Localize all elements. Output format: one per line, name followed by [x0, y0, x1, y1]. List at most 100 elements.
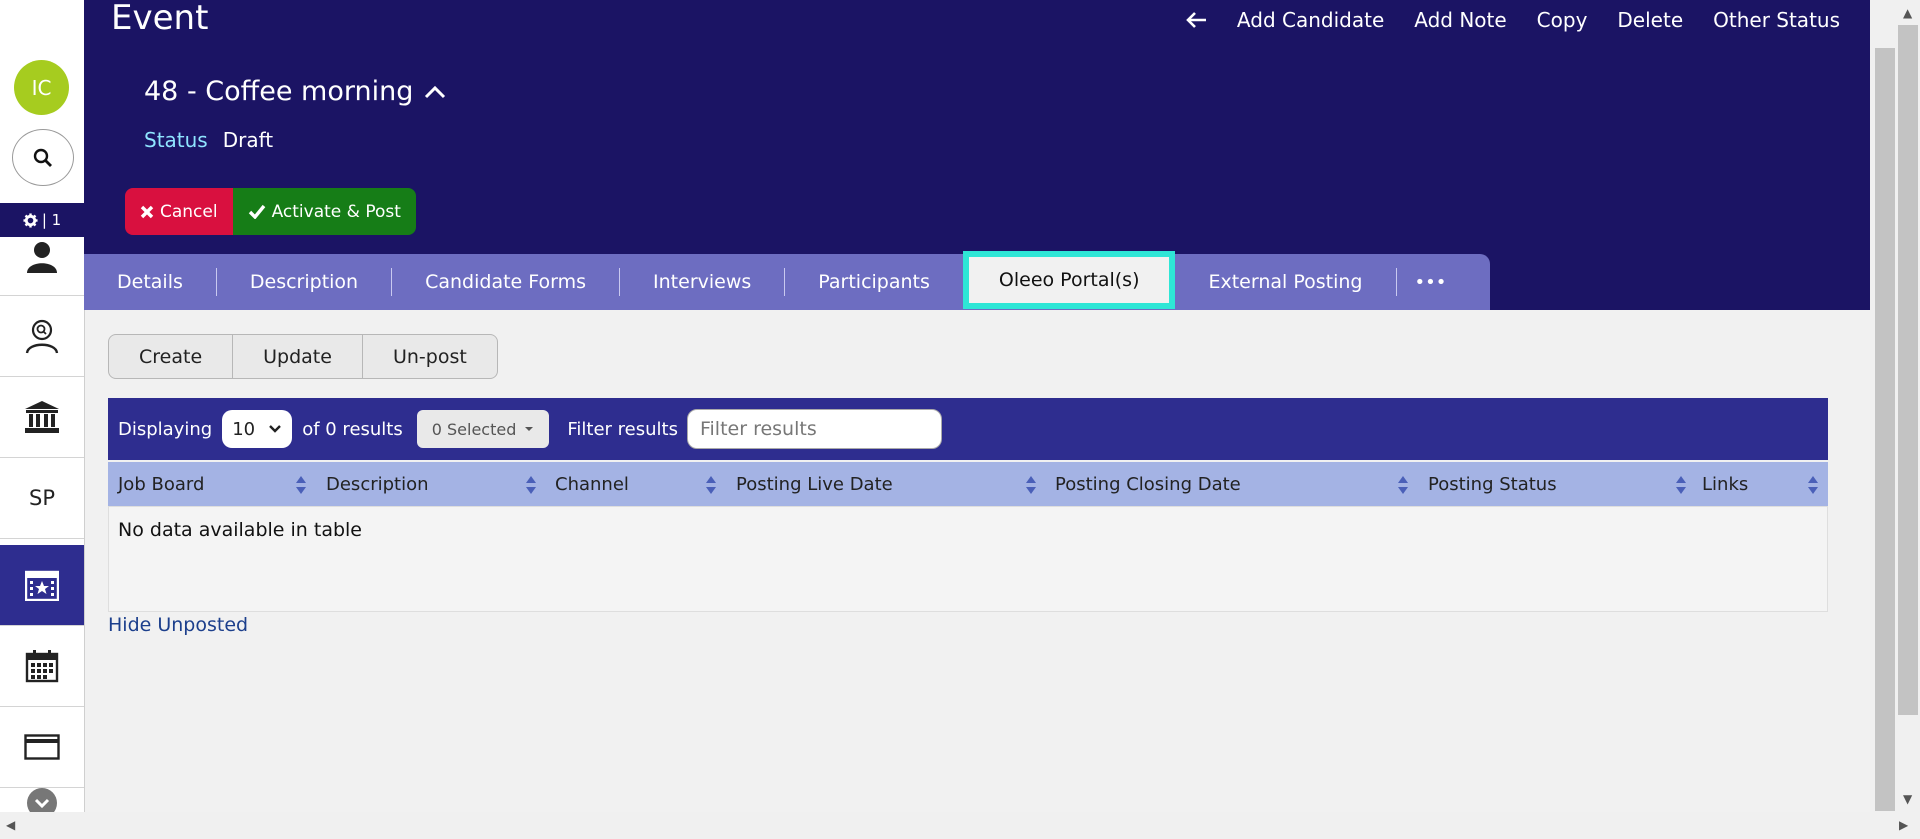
sort-icon[interactable] — [295, 475, 307, 495]
delete-button[interactable]: Delete — [1617, 8, 1683, 32]
table-toolbar: Displaying 10 of 0 results 0 Selected Fi… — [108, 398, 1828, 460]
tab-oleeo-portals[interactable]: Oleeo Portal(s) — [962, 251, 1176, 309]
more-tabs-button[interactable]: ••• — [1397, 272, 1465, 293]
event-icon — [25, 569, 59, 601]
scroll-left-arrow-icon[interactable]: ◀ — [6, 818, 15, 832]
person-icon — [25, 240, 59, 274]
tab-participants[interactable]: Participants — [785, 254, 963, 310]
sort-icon[interactable] — [1807, 475, 1819, 495]
avatar-initials: IC — [31, 75, 52, 100]
back-arrow-icon[interactable] — [1185, 11, 1207, 29]
add-candidate-button[interactable]: Add Candidate — [1237, 8, 1384, 32]
filter-placeholder: Filter results — [699, 418, 817, 440]
sidebar-item-messages[interactable] — [0, 707, 84, 788]
update-button[interactable]: Update — [233, 334, 363, 379]
filter-input[interactable]: Filter results — [686, 409, 942, 449]
event-title-text: 48 - Coffee morning — [144, 76, 414, 107]
scrollbar-thumb[interactable] — [1875, 48, 1895, 811]
add-note-button[interactable]: Add Note — [1414, 8, 1506, 32]
sidebar-item-person[interactable] — [0, 215, 84, 296]
scroll-up-arrow-icon[interactable]: ▲ — [1903, 6, 1912, 20]
chevron-up-icon — [423, 84, 447, 100]
calendar-icon — [25, 649, 59, 683]
search-icon — [32, 147, 54, 169]
activate-post-button[interactable]: Activate & Post — [232, 188, 416, 235]
tab-description[interactable]: Description — [217, 254, 391, 310]
search-button[interactable] — [12, 129, 74, 186]
column-label: Job Board — [118, 473, 205, 495]
sort-icon[interactable] — [1025, 475, 1037, 495]
status-row: Status Draft — [144, 128, 273, 152]
other-status-button[interactable]: Other Status — [1713, 8, 1840, 32]
sidebar-expand[interactable] — [0, 788, 84, 812]
displaying-label: Displaying — [118, 418, 213, 440]
column-label: Description — [326, 473, 429, 495]
avatar[interactable]: IC — [14, 60, 69, 115]
sidebar-item-label: SP — [29, 486, 55, 510]
header-actions: Add Candidate Add Note Copy Delete Other… — [1185, 8, 1840, 32]
sidebar-item-candidates[interactable] — [0, 296, 84, 377]
column-header-channel[interactable]: Channel — [555, 462, 629, 506]
filter-label: Filter results — [567, 418, 678, 440]
column-label: Links — [1702, 473, 1749, 495]
column-header-description[interactable]: Description — [326, 462, 429, 506]
bank-icon — [24, 400, 60, 434]
scroll-right-arrow-icon[interactable]: ▶ — [1899, 818, 1908, 832]
column-header-posting-live-date[interactable]: Posting Live Date — [736, 462, 893, 506]
create-button[interactable]: Create — [108, 334, 234, 379]
copy-button[interactable]: Copy — [1537, 8, 1588, 32]
close-icon — [140, 205, 154, 219]
sort-icon[interactable] — [705, 475, 717, 495]
column-header-posting-closing-date[interactable]: Posting Closing Date — [1055, 462, 1241, 506]
sort-icon[interactable] — [1397, 475, 1409, 495]
chevron-down-icon — [268, 424, 282, 434]
column-label: Posting Status — [1428, 473, 1557, 495]
event-title[interactable]: 48 - Coffee morning — [144, 76, 447, 107]
tab-external-posting[interactable]: External Posting — [1175, 254, 1395, 310]
selected-label: 0 Selected — [431, 419, 517, 439]
sort-icon[interactable] — [525, 475, 537, 495]
scroll-down-arrow-icon[interactable]: ▼ — [1903, 792, 1912, 806]
status-value: Draft — [222, 128, 274, 152]
sidebar-item-organisation[interactable] — [0, 377, 84, 458]
table-body: No data available in table — [108, 506, 1828, 612]
chevron-down-icon — [26, 787, 58, 812]
tab-interviews[interactable]: Interviews — [620, 254, 784, 310]
candidate-search-icon — [24, 318, 60, 354]
status-label: Status — [144, 128, 208, 152]
column-label: Posting Live Date — [736, 473, 893, 495]
hide-unposted-link[interactable]: Hide Unposted — [108, 614, 248, 636]
sidebar-item-sp[interactable]: SP — [0, 458, 84, 539]
cancel-label: Cancel — [160, 201, 218, 222]
page-size-select[interactable]: 10 — [222, 410, 293, 448]
column-header-job-board[interactable]: Job Board — [118, 462, 204, 506]
page-size-value: 10 — [232, 418, 256, 440]
empty-table-message: No data available in table — [118, 519, 362, 541]
sidebar-item-calendar[interactable] — [0, 626, 84, 707]
sort-icon[interactable] — [1675, 475, 1687, 495]
page-header: Event Add Candidate Add Note Copy Delete… — [84, 0, 1870, 310]
cancel-button[interactable]: Cancel — [125, 188, 233, 235]
scrollbar-thumb[interactable] — [1898, 25, 1918, 715]
activate-label: Activate & Post — [271, 201, 401, 222]
column-label: Channel — [555, 473, 629, 495]
check-icon — [248, 204, 266, 219]
column-label: Posting Closing Date — [1055, 473, 1241, 495]
table-header: Job Board Description Channel Posting Li… — [108, 462, 1828, 506]
caret-down-icon — [524, 426, 534, 432]
posting-actions: Create Update Un-post — [108, 334, 1828, 379]
main-content: Create Update Un-post Displaying 10 of 0… — [108, 334, 1828, 636]
unpost-button[interactable]: Un-post — [362, 334, 498, 379]
tab-candidate-forms[interactable]: Candidate Forms — [392, 254, 619, 310]
results-count: of 0 results — [302, 418, 403, 440]
workflow-buttons: Cancel Activate & Post — [125, 188, 416, 235]
column-header-posting-status[interactable]: Posting Status — [1428, 462, 1557, 506]
page-title: Event — [111, 0, 209, 38]
sidebar-item-events[interactable] — [0, 545, 84, 626]
vertical-scrollbar[interactable]: ▲ ▼ — [1870, 0, 1920, 812]
column-header-links[interactable]: Links — [1702, 462, 1748, 506]
selected-dropdown[interactable]: 0 Selected — [416, 410, 550, 448]
tab-details[interactable]: Details — [84, 254, 216, 310]
horizontal-scrollbar[interactable]: ◀ ▶ — [0, 812, 1920, 839]
left-sidebar: IC | 1 SP — [0, 0, 85, 812]
